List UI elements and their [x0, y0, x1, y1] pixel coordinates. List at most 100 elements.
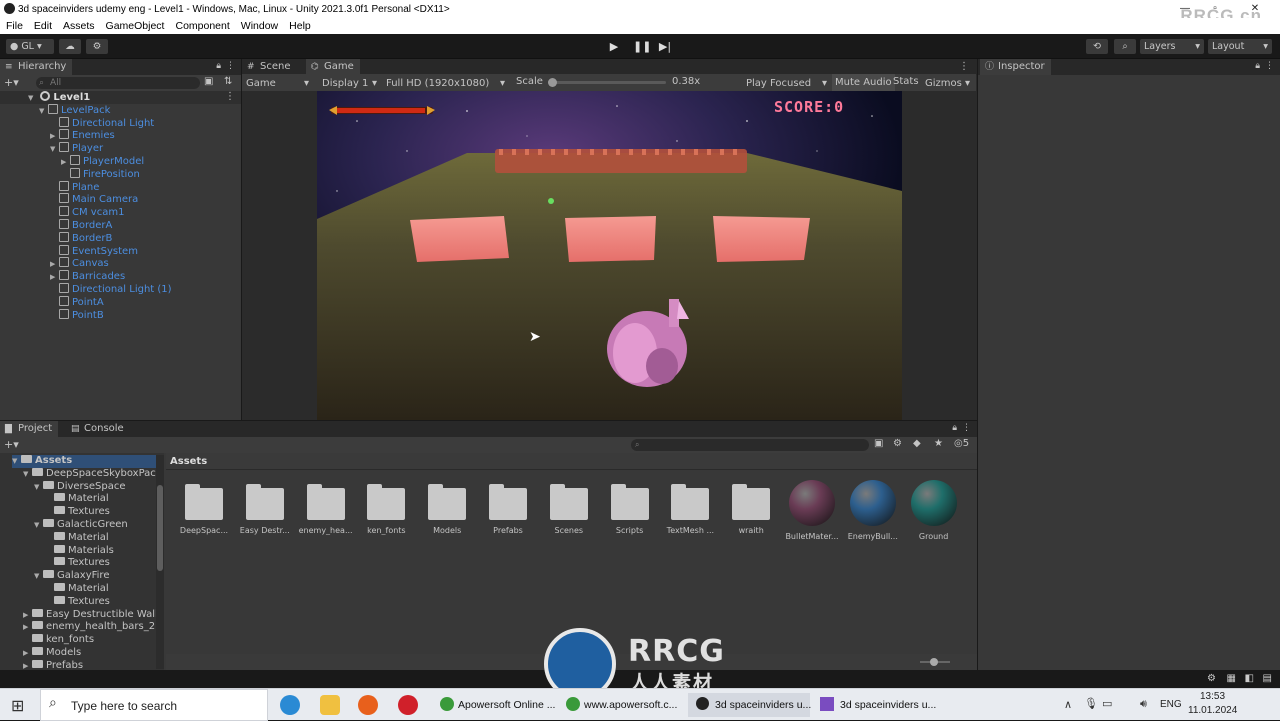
opera-icon[interactable] [398, 695, 418, 715]
maximize-button[interactable]: ▫ [1200, 0, 1230, 18]
volume-icon[interactable]: 🔊︎ [1140, 697, 1147, 711]
project-tree-item[interactable]: Textures [45, 595, 110, 609]
hierarchy-item[interactable]: Plane [50, 180, 99, 194]
firefox-icon[interactable] [358, 695, 378, 715]
kebab-menu-icon[interactable]: ⋮ [226, 61, 235, 71]
scrollbar-thumb[interactable] [157, 485, 163, 571]
project-tree-item[interactable]: ▼ DeepSpaceSkyboxPack [23, 467, 162, 481]
step-button[interactable]: ▶| [658, 40, 672, 54]
tray-chevron-icon[interactable]: ∧ [1064, 698, 1072, 711]
zoom-slider[interactable] [920, 658, 950, 666]
hierarchy-item[interactable]: ▶ PlayerModel [61, 155, 144, 168]
asset-folder[interactable]: ken_fonts [356, 478, 416, 535]
hierarchy-item[interactable]: ▶ Barricades [50, 270, 125, 283]
lock-icon[interactable]: 🔒︎ [952, 423, 957, 433]
sort-icon[interactable]: ⇅ [224, 76, 232, 87]
expand-arrow-icon[interactable]: ▼ [39, 105, 48, 118]
asset-folder[interactable]: Prefabs [478, 478, 538, 535]
asset-folder[interactable]: Easy Destr... [235, 478, 295, 535]
hierarchy-scene-row[interactable]: ▼ Level1 ⋮ [0, 91, 241, 104]
language-indicator[interactable]: ENG [1160, 699, 1182, 710]
asset-folder[interactable]: enemy_hea... [296, 478, 356, 535]
services-button[interactable]: ⚙ [86, 39, 108, 54]
clock-date[interactable]: 11.01.2024 [1188, 705, 1237, 716]
tab-scene[interactable]: # Scene [242, 59, 297, 75]
windows-start-icon[interactable]: ⊞ [11, 696, 24, 715]
project-tree-item[interactable]: ▼ GalaxyFire [34, 570, 109, 583]
tab-console[interactable]: ▤ Console [66, 421, 130, 437]
menu-edit[interactable]: Edit [34, 20, 52, 32]
network-icon[interactable]: ▭ [1102, 697, 1112, 710]
project-tree-item[interactable]: ▼ DiverseSpace [34, 480, 126, 494]
minimize-button[interactable]: — [1170, 0, 1200, 18]
lock-icon[interactable]: 🔒︎ [216, 61, 221, 71]
scale-slider-thumb[interactable] [548, 78, 557, 87]
project-tree-item[interactable]: ▶ enemy_health_bars_2.0 [23, 621, 165, 634]
menu-gameobject[interactable]: GameObject [106, 20, 165, 32]
asset-folder[interactable]: Scripts [600, 478, 660, 535]
stats-toggle[interactable]: Stats [893, 76, 919, 87]
expand-arrow-icon[interactable]: ▼ [34, 570, 43, 583]
pause-button[interactable]: ❚❚ [633, 40, 651, 54]
expand-arrow-icon[interactable]: ▶ [23, 647, 32, 660]
tab-project[interactable]: ▇ Project [0, 421, 59, 437]
search-button[interactable]: ⌕ [1114, 39, 1136, 54]
expand-arrow-icon[interactable]: ▼ [50, 143, 59, 156]
account-button[interactable]: ● GL ▾ [6, 39, 54, 54]
hierarchy-item[interactable]: CM vcam1 [50, 206, 124, 219]
hierarchy-item[interactable]: PointA [50, 295, 104, 309]
tab-inspector[interactable]: ⓘ Inspector [980, 59, 1051, 75]
project-tree-item[interactable]: ▼ Assets [12, 455, 164, 468]
expand-arrow-icon[interactable]: ▼ [28, 92, 37, 105]
edge-icon[interactable] [280, 695, 300, 715]
hierarchy-item[interactable]: BorderB [50, 231, 112, 245]
scene-visibility-icon[interactable]: ▣ [204, 76, 213, 87]
asset-folder[interactable]: Scenes [539, 478, 599, 535]
tab-game[interactable]: ⌬ Game [306, 59, 360, 75]
project-tree-item[interactable]: Material [45, 583, 109, 596]
play-button[interactable]: ▶ [607, 40, 621, 54]
tag-icon[interactable]: ◆ [913, 438, 921, 449]
microphone-icon[interactable]: 🎙︎ [1084, 697, 1098, 710]
taskbar-item-unity[interactable]: 3d spaceinviders u... [688, 693, 811, 717]
create-button[interactable]: +▾ [4, 76, 19, 89]
hierarchy-search-input[interactable]: ⌕ All [36, 77, 200, 89]
taskbar-search-input[interactable]: ⌕ Type here to search [40, 689, 268, 721]
hierarchy-item[interactable]: ▼ LevelPack [39, 103, 110, 118]
clock-time[interactable]: 13:53 [1200, 691, 1225, 702]
cloud-button[interactable]: ☁ [59, 39, 81, 54]
menu-assets[interactable]: Assets [63, 20, 95, 32]
project-search-input[interactable]: ⌕ [631, 439, 869, 451]
progress-icon[interactable]: ▤ [1263, 673, 1272, 684]
menu-file[interactable]: File [6, 20, 23, 32]
asset-folder[interactable]: wraith [721, 478, 781, 535]
hierarchy-item[interactable]: Directional Light [50, 116, 154, 130]
notifications-icon[interactable]: ◧ [1245, 673, 1254, 684]
layout-dropdown[interactable]: Layout ▾ [1208, 39, 1272, 54]
kebab-menu-icon[interactable]: ⋮ [1265, 61, 1274, 71]
taskbar-item-apowersoft-site[interactable]: www.apowersoft.c... [566, 693, 680, 717]
project-tree-item[interactable]: Material [45, 531, 109, 545]
menu-component[interactable]: Component [175, 20, 229, 32]
expand-arrow-icon[interactable]: ▼ [12, 455, 21, 468]
file-explorer-icon[interactable] [320, 695, 340, 715]
expand-arrow-icon[interactable]: ▶ [23, 621, 32, 634]
kebab-menu-icon[interactable]: ⋮ [962, 423, 971, 433]
lock-icon[interactable]: 🔒︎ [1255, 61, 1260, 71]
expand-arrow-icon[interactable]: ▼ [23, 468, 32, 481]
game-viewport[interactable]: SCORE:0 ➤ [317, 91, 902, 420]
hierarchy-item[interactable]: EventSystem [50, 244, 138, 258]
project-tree-item[interactable]: Textures [45, 557, 110, 570]
close-button[interactable]: ✕ [1240, 0, 1270, 18]
hierarchy-item[interactable]: PointB [50, 308, 104, 322]
layers-dropdown[interactable]: Layers ▾ [1140, 39, 1204, 54]
zoom-slider-thumb[interactable] [930, 658, 938, 666]
project-tree-item[interactable]: Textures [45, 506, 110, 519]
project-tree-item[interactable]: ken_fonts [23, 634, 94, 647]
star-icon[interactable]: ★ [934, 438, 943, 449]
hierarchy-item[interactable]: ▶ Enemies [50, 129, 115, 142]
auto-generate-icon[interactable]: ▦ [1227, 673, 1236, 684]
project-tree-item[interactable]: ▼ GalacticGreen [34, 519, 128, 532]
scale-slider[interactable] [548, 78, 666, 87]
hierarchy-item[interactable]: ▼ Player [50, 142, 103, 155]
